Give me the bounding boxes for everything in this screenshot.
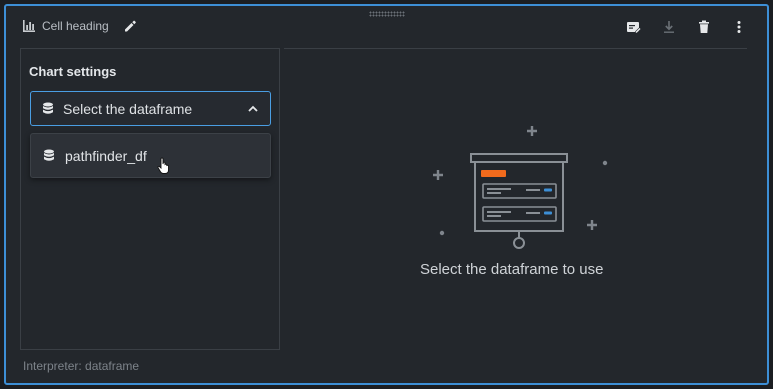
empty-state-message: Select the dataframe to use — [420, 261, 604, 278]
header-divider — [284, 48, 747, 49]
database-icon — [43, 102, 53, 114]
dataframe-dropdown: pathfinder_df — [30, 133, 271, 178]
chevron-up-icon — [248, 105, 258, 112]
dropdown-option-label: pathfinder_df — [65, 147, 147, 164]
pencil-icon[interactable] — [123, 19, 137, 33]
database-icon — [44, 149, 54, 161]
dropdown-option[interactable]: pathfinder_df — [31, 134, 270, 177]
notebook-cell[interactable]: Cell heading Chart settings Select the d… — [4, 4, 769, 385]
chart-settings-panel: Chart settings Select the dataframe path… — [20, 48, 280, 350]
select-placeholder: Select the dataframe — [63, 100, 193, 117]
panel-divider — [21, 48, 279, 49]
edit-note-icon[interactable] — [626, 19, 642, 35]
drag-handle[interactable] — [369, 11, 405, 17]
cell-heading[interactable]: Cell heading — [42, 19, 109, 33]
dataframe-select[interactable]: Select the dataframe — [30, 91, 271, 126]
presentation-board-icon — [433, 126, 608, 249]
more-vertical-icon[interactable] — [731, 19, 747, 35]
bar-chart-icon — [23, 20, 35, 32]
interpreter-label: Interpreter: dataframe — [23, 359, 140, 373]
trash-icon[interactable] — [696, 19, 712, 35]
empty-state: Select the dataframe to use — [420, 124, 620, 284]
hand-cursor-icon — [157, 157, 169, 174]
chart-settings-title: Chart settings — [29, 64, 117, 79]
download-icon[interactable] — [661, 19, 677, 35]
cell-toolbar — [607, 19, 747, 35]
cell-header: Cell heading — [22, 19, 137, 33]
